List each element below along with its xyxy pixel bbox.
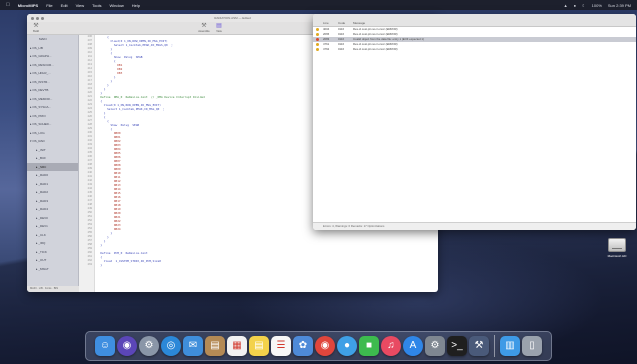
view-button-label: View	[216, 30, 222, 33]
sidebar-item[interactable]: ▸ OS_HDLR_...	[27, 69, 78, 78]
error-row[interactable]: 4762 0116 Res.of.cost.ptr.res.in.cscc (ERR…	[313, 47, 636, 52]
sidebar-item[interactable]: ▸ OS_LOG	[27, 129, 78, 138]
column-line[interactable]: Line	[323, 21, 329, 25]
chrome-icon[interactable]: ◉	[315, 336, 335, 356]
column-message[interactable]: Message	[353, 21, 365, 25]
photos-icon[interactable]: ✿	[293, 336, 313, 356]
reminders-icon[interactable]: ☰	[271, 336, 291, 356]
sidebar-item[interactable]: MAIN	[27, 35, 78, 44]
error-icon	[316, 38, 319, 41]
dock: ☺ ◉ ⚙ ◎ ✉ ▤ ▦ ▤ ☰ ✿ ◉ ● ■ ♫ A ⚙ >_ ⚒ ▥ ▯	[85, 331, 552, 361]
hard-drive-icon[interactable]	[608, 238, 626, 252]
layout-icon: ▤	[216, 23, 222, 29]
assemble-button-label: Assemble	[198, 30, 210, 33]
status-item[interactable]: ●	[574, 3, 576, 8]
downloads-folder-icon[interactable]: ▥	[500, 336, 520, 356]
status-item[interactable]: ▲	[564, 3, 568, 8]
sidebar-item[interactable]: ▸ _SRC	[27, 162, 78, 171]
error-list: 4004 0116 Res.of.cost.ptr.res.in.cscc (ERR…	[313, 27, 636, 52]
menu-tools[interactable]: Tools	[92, 3, 101, 8]
line-number: 263	[87, 263, 92, 266]
warning-icon	[316, 43, 319, 46]
sidebar-item[interactable]: ▸ _RAD0	[27, 171, 78, 180]
view-button[interactable]: ▤ View	[213, 23, 225, 33]
error-message: Res.of.cost.ptr.res.in.cscc (ERROR)	[353, 47, 398, 51]
xcode-icon[interactable]: ⚒	[469, 336, 489, 356]
error-list-header: Line Code Message	[313, 14, 636, 27]
sidebar-item[interactable]: ▸ _RAD4	[27, 205, 78, 214]
sidebar-item[interactable]: ▸ OS_SYSCA...	[27, 103, 78, 112]
error-line: 4762	[323, 47, 330, 51]
contacts-icon[interactable]: ▤	[205, 336, 225, 356]
sidebar-item[interactable]: ▸ _DEV0	[27, 214, 78, 223]
warning-icon	[316, 28, 319, 31]
hammer-icon: ⚒	[33, 23, 39, 29]
menu-view[interactable]: View	[76, 3, 85, 8]
sidebar-item[interactable]: ▸ _MSGT	[27, 265, 78, 274]
sidebar-item[interactable]: ▸ OS_GRAPH...	[27, 52, 78, 61]
menu-edit[interactable]: Edit	[61, 3, 68, 8]
sidebar-item[interactable]: ▸ _RAD2	[27, 188, 78, 197]
menu-window[interactable]: Window	[110, 3, 124, 8]
hard-drive-label[interactable]: Macintosh HD	[600, 254, 634, 258]
launchpad-icon[interactable]: ⚙	[139, 336, 159, 356]
dock-separator	[494, 335, 495, 357]
sidebar-item[interactable]: ▸ OS_INSTR...	[27, 78, 78, 87]
build-button-label: Build	[33, 30, 39, 33]
assemble-button[interactable]: ⚒ Assemble	[197, 23, 211, 33]
sidebar-footer: MAIN · LIB · Fonts · BIN	[27, 286, 79, 292]
wrench-icon: ⚒	[201, 23, 207, 29]
sidebar-item[interactable]: ▸ _RAD3	[27, 197, 78, 206]
system-preferences-icon[interactable]: ⚙	[425, 336, 445, 356]
apple-menu-icon[interactable]: 	[6, 2, 10, 8]
safari-icon[interactable]: ◎	[161, 336, 181, 356]
sidebar-item[interactable]: ▸ _TICK	[27, 248, 78, 257]
menu-help[interactable]: Help	[132, 3, 140, 8]
sidebar-item[interactable]: ▸ _RAD1	[27, 180, 78, 189]
status-area: ▲ ● ☾ 100% Sun 2:39 PM	[564, 3, 631, 8]
clock[interactable]: Sun 2:39 PM	[608, 3, 631, 8]
messages-icon[interactable]: ●	[337, 336, 357, 356]
error-code: 0116	[338, 47, 345, 51]
calendar-icon[interactable]: ▦	[227, 336, 247, 356]
project-sidebar: MAIN ▸ OS_LIB ▸ OS_GRAPH... ▸ OS_RESOUR... ▸…	[27, 35, 79, 286]
sidebar-item[interactable]: ▸ OS_SCHED...	[27, 120, 78, 129]
trash-icon[interactable]: ▯	[522, 336, 542, 356]
line-number-gutter: 206 207 208 209 210 211 212 213 214 215 216 217 218 2…	[79, 35, 95, 292]
app-menu[interactable]: MicroMIPS	[18, 3, 38, 8]
sidebar-item[interactable]: ▸ _CLK	[27, 231, 78, 240]
battery-status[interactable]: 100%	[592, 3, 602, 8]
sidebar-item[interactable]: ▸ _INIT	[27, 146, 78, 155]
sidebar-item[interactable]: ▸ OS_RESOUR...	[27, 61, 78, 70]
sidebar-item[interactable]: ▸ _DEV1	[27, 222, 78, 231]
finder-icon[interactable]: ☺	[95, 336, 115, 356]
mail-icon[interactable]: ✉	[183, 336, 203, 356]
sidebar-item[interactable]: ▸ OS_LIB	[27, 44, 78, 53]
terminal-icon[interactable]: >_	[447, 336, 467, 356]
menu-bar:  MicroMIPS File Edit View Tools Window …	[0, 0, 637, 10]
sidebar-item[interactable]: ▸ _IRQ	[27, 239, 78, 248]
facetime-icon[interactable]: ■	[359, 336, 379, 356]
build-button[interactable]: ⚒ Build	[30, 23, 42, 33]
code-line[interactable]: }	[97, 263, 437, 267]
siri-icon[interactable]: ◉	[117, 336, 137, 356]
error-summary: Errors: 4, Warnings: 0 Remarks: 17 Optim…	[313, 222, 636, 230]
sidebar-item[interactable]: ▾ OS_RAD	[27, 137, 78, 146]
sidebar-item[interactable]: ▸ OS_DEVTB	[27, 86, 78, 95]
warning-icon	[316, 48, 319, 51]
column-code[interactable]: Code	[338, 21, 345, 25]
status-item[interactable]: ☾	[582, 3, 586, 8]
warning-icon	[316, 33, 319, 36]
sidebar-item[interactable]: ▸ OS_MEMOR...	[27, 95, 78, 104]
error-list-window: Line Code Message 4004 0116 Res.of.cost.pt…	[313, 14, 636, 230]
sidebar-item[interactable]: ▸ OS_PRIO	[27, 112, 78, 121]
music-icon[interactable]: ♫	[381, 336, 401, 356]
appstore-icon[interactable]: A	[403, 336, 423, 356]
notes-icon[interactable]: ▤	[249, 336, 269, 356]
menu-file[interactable]: File	[46, 3, 52, 8]
sidebar-item[interactable]: ▸ _BUF	[27, 154, 78, 163]
sidebar-item[interactable]: ▸ _OUT	[27, 256, 78, 265]
